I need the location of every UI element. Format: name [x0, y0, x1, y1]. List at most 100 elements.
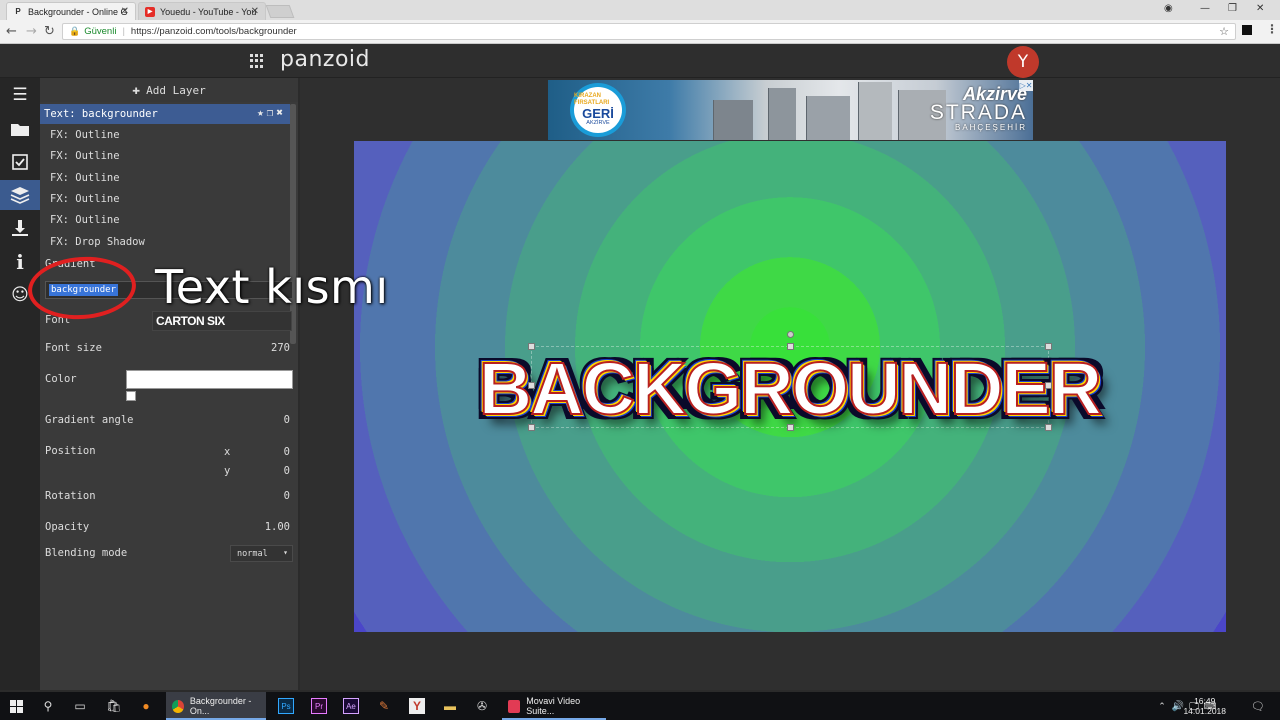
- position-x-value[interactable]: 0: [284, 446, 290, 458]
- store-icon[interactable]: 🛍: [106, 698, 122, 714]
- chevron-up-icon[interactable]: ⌃: [1154, 698, 1170, 714]
- notification-icon[interactable]: 🗨: [1250, 698, 1266, 714]
- blending-mode-label: Blending mode: [45, 547, 128, 559]
- ad-brand-line3: BAHÇEŞEHİR: [954, 123, 1027, 132]
- font-size-label: Font size: [45, 342, 102, 354]
- blending-mode-value: normal: [237, 548, 268, 559]
- rotation-label: Rotation: [45, 490, 96, 502]
- menu-dots-icon[interactable]: ⋮: [1266, 22, 1278, 36]
- add-layer-button[interactable]: ✚ Add Layer: [40, 78, 298, 102]
- firefox-icon[interactable]: ●: [138, 698, 154, 714]
- add-layer-label: Add Layer: [146, 83, 206, 97]
- info-icon[interactable]: i: [0, 247, 40, 277]
- delete-icon[interactable]: ✖: [276, 106, 286, 119]
- opacity-label: Opacity: [45, 521, 90, 533]
- layer-header[interactable]: Text: backgrounder ★❐✖: [40, 104, 290, 124]
- rotation-handle[interactable]: [787, 331, 794, 338]
- url-separator: |: [122, 26, 125, 37]
- resize-handle-bl[interactable]: [528, 424, 535, 431]
- window-close-icon[interactable]: ✕: [1256, 3, 1264, 14]
- apps-grid-icon[interactable]: [250, 54, 264, 68]
- media-icon[interactable]: ✇: [474, 698, 490, 714]
- fx-item-drop-shadow[interactable]: FX: Drop Shadow: [50, 236, 145, 248]
- font-size-value[interactable]: 270: [271, 342, 290, 354]
- canvas-text[interactable]: BACKGROUNDER: [478, 338, 1103, 438]
- hamburger-menu-icon[interactable]: ☰: [0, 80, 40, 110]
- ad-brand: Akzirve STRADA BAHÇEŞEHİR: [930, 85, 1027, 132]
- position-label: Position: [45, 445, 96, 457]
- fx-item-outline-2[interactable]: FX: Outline: [50, 150, 120, 162]
- url-input[interactable]: 🔒 Güvenli | https://panzoid.com/tools/ba…: [62, 23, 1236, 40]
- url-text: https://panzoid.com/tools/backgrounder: [130, 26, 297, 37]
- download-icon[interactable]: [0, 213, 40, 243]
- close-icon[interactable]: ✕: [251, 6, 259, 17]
- extension-icon[interactable]: [1242, 25, 1252, 35]
- ad-choices-icon[interactable]: ▷✕: [1019, 80, 1033, 91]
- resize-handle-bc[interactable]: [787, 424, 794, 431]
- font-select[interactable]: CARTON SIX: [152, 311, 292, 331]
- windows-start-icon[interactable]: [8, 698, 24, 714]
- taskbar-clock[interactable]: 16:49 14.01.2018: [1183, 696, 1226, 716]
- taskbar-app-label: Backgrounder - On...: [189, 696, 252, 716]
- resize-handle-tc[interactable]: [787, 343, 794, 350]
- bookmark-star-icon[interactable]: ☆: [1219, 25, 1229, 38]
- yandex-icon[interactable]: Y: [409, 698, 425, 714]
- profile-icon[interactable]: ◉: [1164, 3, 1173, 14]
- gradient-angle-value[interactable]: 0: [284, 414, 290, 426]
- fx-item-outline-4[interactable]: FX: Outline: [50, 193, 120, 205]
- back-icon[interactable]: ←: [6, 24, 17, 39]
- minimize-icon[interactable]: —: [1200, 3, 1210, 14]
- resize-handle-mr[interactable]: [1045, 382, 1052, 389]
- advertisement-banner[interactable]: KIRAZAN FIRSATLARI GERİ AKZİRVE Akzirve …: [548, 80, 1033, 140]
- color-swatch[interactable]: [126, 370, 293, 389]
- lock-icon: 🔒: [69, 26, 81, 36]
- resize-handle-br[interactable]: [1045, 424, 1052, 431]
- checkbox-icon[interactable]: [0, 147, 40, 177]
- gradient-angle-label: Gradient angle: [45, 414, 134, 426]
- ad-badge-line1: KIRAZAN FIRSATLARI: [574, 93, 610, 106]
- plus-icon: ✚: [132, 82, 141, 98]
- position-y-value[interactable]: 0: [284, 465, 290, 477]
- tab-youtube[interactable]: ▶ Youedu - YouTube - You ✕: [138, 2, 266, 20]
- taskbar-app-chrome[interactable]: Backgrounder - On...: [166, 692, 266, 720]
- reload-icon[interactable]: ↻: [44, 24, 55, 39]
- color-stop-handle[interactable]: [126, 391, 136, 401]
- resize-handle-tr[interactable]: [1045, 343, 1052, 350]
- file-explorer-icon[interactable]: ▬: [442, 698, 458, 714]
- tab-label: Youedu - YouTube - You: [160, 6, 257, 17]
- avatar[interactable]: Y: [1007, 46, 1039, 78]
- premiere-icon[interactable]: Pr: [311, 698, 327, 714]
- windows-taskbar: ⚲ ▭ 🛍 ● Backgrounder - On... Ps Pr Ae ✎ …: [0, 692, 1280, 720]
- taskbar-app-movavi[interactable]: Movavi Video Suite...: [502, 692, 606, 720]
- rotation-value[interactable]: 0: [284, 490, 290, 502]
- ad-brand-line2: STRADA: [929, 101, 1027, 124]
- opacity-value[interactable]: 1.00: [265, 521, 290, 533]
- tool-rail: ☰ i ☺: [0, 78, 40, 690]
- favorite-star-icon[interactable]: ★: [257, 106, 267, 119]
- folder-icon[interactable]: [0, 114, 40, 144]
- brand-logo[interactable]: panzoid: [280, 47, 370, 72]
- duplicate-icon[interactable]: ❐: [267, 106, 277, 119]
- fx-item-outline-5[interactable]: FX: Outline: [50, 214, 120, 226]
- position-x-label: x: [224, 446, 231, 458]
- resize-handle-tl[interactable]: [528, 343, 535, 350]
- paint-icon[interactable]: ✎: [376, 698, 392, 714]
- fx-item-outline-3[interactable]: FX: Outline: [50, 172, 120, 184]
- forward-icon[interactable]: →: [26, 24, 37, 39]
- close-icon[interactable]: ✕: [121, 6, 129, 17]
- photoshop-icon[interactable]: Ps: [278, 698, 294, 714]
- after-effects-icon[interactable]: Ae: [343, 698, 359, 714]
- fx-item-outline-1[interactable]: FX: Outline: [50, 129, 120, 141]
- layers-icon[interactable]: [0, 180, 40, 210]
- search-icon[interactable]: ⚲: [40, 698, 56, 714]
- resize-handle-ml[interactable]: [528, 382, 535, 389]
- maximize-icon[interactable]: ❐: [1228, 3, 1237, 14]
- blending-mode-select[interactable]: normal ▾: [230, 545, 293, 562]
- browser-tab-bar: P Backgrounder - Online G ✕ ▶ Youedu - Y…: [0, 0, 1280, 20]
- security-label: Güvenli: [84, 26, 117, 37]
- new-tab-button[interactable]: [265, 5, 295, 18]
- task-view-icon[interactable]: ▭: [72, 698, 88, 714]
- panzoid-favicon-icon: P: [15, 7, 21, 16]
- tab-backgrounder[interactable]: P Backgrounder - Online G ✕: [6, 2, 136, 20]
- layer-title: Text: backgrounder: [44, 108, 158, 120]
